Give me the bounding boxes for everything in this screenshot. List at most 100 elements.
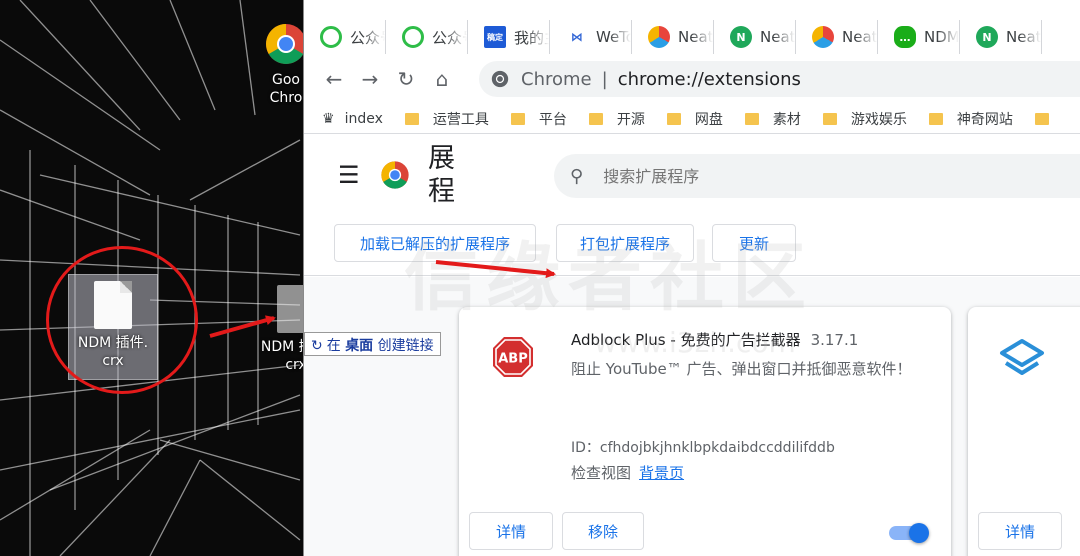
search-input[interactable] xyxy=(603,166,1004,186)
bookmark-folder-opensource[interactable]: 开源 xyxy=(588,109,645,129)
tab-gaoding[interactable]: 稿定 我的主页 xyxy=(468,20,550,54)
back-arrow-icon[interactable]: ← xyxy=(316,61,352,97)
extension-name: Adblock Plus - 免费的广告拦截器 3.17.1 xyxy=(571,329,858,350)
extensions-header: ☰ 展程 ⚲ xyxy=(304,140,1080,210)
bookmark-folder-platform[interactable]: 平台 xyxy=(510,109,567,129)
box-icon: 稿定 xyxy=(484,26,506,48)
hamburger-menu-icon[interactable]: ☰ xyxy=(338,161,368,189)
bookmark-label: 运营工具 xyxy=(432,111,489,128)
reload-icon[interactable]: ↻ xyxy=(388,61,424,97)
tab-neat-3[interactable]: Neat xyxy=(796,20,878,54)
folder-icon xyxy=(588,112,603,125)
extension-id: ID：cfhdojbkjhnklbpkdaibdccddilifddb xyxy=(571,437,835,457)
omnibox-separator: | xyxy=(601,68,608,90)
forward-arrow-icon[interactable]: → xyxy=(352,61,388,97)
wechat-ring-icon xyxy=(320,26,342,48)
inspect-views-label: 检查视图 xyxy=(571,464,632,482)
tab-wetool[interactable]: ⋈ WeTool xyxy=(550,20,632,54)
n-icon: N xyxy=(976,26,998,48)
folder-icon xyxy=(1034,112,1049,125)
bookmark-folder-ops-tools[interactable]: 运营工具 xyxy=(404,109,489,129)
chrome-logo-icon xyxy=(381,161,409,189)
tooltip-target: 桌面 xyxy=(345,338,374,354)
bookmark-label: 游戏娱乐 xyxy=(850,111,907,128)
tab-label: Neat xyxy=(842,28,877,46)
folder-icon xyxy=(928,112,943,125)
tab-ndm[interactable]: … NDM xyxy=(878,20,960,54)
bookmark-label: 平台 xyxy=(538,111,567,128)
chrome-window: 公众号 公众号 稿定 我的主页 ⋈ WeTool Neat N Neat Nea… xyxy=(303,0,1080,556)
bookmark-label: index xyxy=(344,110,383,127)
inspect-views: 检查视图 背景页 xyxy=(571,462,684,483)
tab-label: NDM xyxy=(924,28,959,46)
bookmark-index[interactable]: ♛ index xyxy=(322,111,383,127)
folder-icon xyxy=(744,112,759,125)
tab-wechat-2[interactable]: 公众号 xyxy=(386,20,468,54)
bookmark-label: 素材 xyxy=(772,111,801,128)
bookmark-folder-sites[interactable]: 神奇网站 xyxy=(928,109,1013,129)
extension-card-adblock: ABP Adblock Plus - 免费的广告拦截器 3.17.1 阻止 You… xyxy=(459,307,951,556)
browser-toolbar: ← → ↻ ⌂ Chrome | chrome://extensions xyxy=(304,58,1080,100)
omnibox-scheme: Chrome xyxy=(521,68,592,90)
home-icon[interactable]: ⌂ xyxy=(424,61,460,97)
chrome-icon xyxy=(266,24,306,64)
bookmark-folder-more[interactable] xyxy=(1034,112,1063,125)
bookmark-label: 神奇网站 xyxy=(956,111,1013,128)
page-title: 展程 xyxy=(428,142,460,208)
bookmark-folder-games[interactable]: 游戏娱乐 xyxy=(822,109,907,129)
tab-label: 公众号 xyxy=(432,28,467,47)
bookmark-folder-assets[interactable]: 素材 xyxy=(744,109,801,129)
rainbow-icon xyxy=(812,26,834,48)
tab-neat-1[interactable]: Neat xyxy=(632,20,714,54)
folder-icon xyxy=(404,112,419,125)
bookmark-label: 开源 xyxy=(616,111,645,128)
remove-button[interactable]: 移除 xyxy=(562,512,644,550)
tooltip-action: 创建链接 xyxy=(377,338,434,354)
crown-icon: ♛ xyxy=(322,110,335,127)
bookmark-label: 网盘 xyxy=(694,111,723,128)
tab-neat-2[interactable]: N Neat xyxy=(714,20,796,54)
chrome-icon xyxy=(491,70,509,88)
extension-enable-toggle[interactable] xyxy=(889,523,929,543)
annotation-red-circle xyxy=(46,246,198,394)
abp-icon-text: ABP xyxy=(498,352,528,367)
omnibox-url: chrome://extensions xyxy=(617,68,801,90)
tab-label: Neat xyxy=(760,28,795,46)
address-bar[interactable]: Chrome | chrome://extensions xyxy=(479,61,1080,97)
background-page-link[interactable]: 背景页 xyxy=(639,464,684,482)
pack-extension-button[interactable]: 打包扩展程序 xyxy=(556,224,694,262)
load-unpacked-button[interactable]: 加载已解压的扩展程序 xyxy=(334,224,536,262)
developer-toolbar: 加载已解压的扩展程序 打包扩展程序 更新 xyxy=(304,222,1080,276)
tab-label: Neat xyxy=(1006,28,1041,46)
bookmarks-bar: ♛ index 运营工具 平台 开源 网盘 素材 游戏娱乐 神奇网站 xyxy=(304,104,1080,134)
wechat-ring-icon xyxy=(402,26,424,48)
tab-label: Neat xyxy=(678,28,713,46)
tab-strip: 公众号 公众号 稿定 我的主页 ⋈ WeTool Neat N Neat Nea… xyxy=(304,0,1080,58)
bookmark-folder-netdisk[interactable]: 网盘 xyxy=(666,109,723,129)
tab-wechat-1[interactable]: 公众号 xyxy=(304,20,386,54)
extension-id-label: ID： xyxy=(571,440,600,456)
details-button[interactable]: 详情 xyxy=(469,512,553,550)
extension-card-second: 详情 xyxy=(968,307,1080,556)
extension-description: 阻止 YouTube™ 广告、弹出窗口并抵御恶意软件！ xyxy=(571,360,912,378)
page-title-char-1: 展程 xyxy=(428,143,455,207)
folder-icon xyxy=(822,112,837,125)
folder-icon xyxy=(666,112,681,125)
extensions-list: ABP Adblock Plus - 免费的广告拦截器 3.17.1 阻止 You… xyxy=(304,277,1080,556)
details-button[interactable]: 详情 xyxy=(978,512,1062,550)
tab-neat-4[interactable]: N Neat xyxy=(960,20,1042,54)
chat-icon: … xyxy=(894,26,916,48)
abp-icon: ABP xyxy=(493,337,533,377)
we-icon: ⋈ xyxy=(566,26,588,48)
search-icon: ⚲ xyxy=(570,165,584,187)
update-button[interactable]: 更新 xyxy=(712,224,796,262)
tab-label: 公众号 xyxy=(350,28,385,47)
tab-label: WeTool xyxy=(596,28,631,46)
folder-icon xyxy=(510,112,525,125)
extension-search[interactable]: ⚲ xyxy=(554,154,1080,198)
extension-version: 3.17.1 xyxy=(810,331,859,349)
link-arrow-icon: ↻ xyxy=(311,338,323,354)
n-icon: N xyxy=(730,26,752,48)
drop-create-link-tooltip: ↻ 在 桌面 创建链接 xyxy=(304,332,441,356)
tooltip-prefix: 在 xyxy=(326,338,341,354)
